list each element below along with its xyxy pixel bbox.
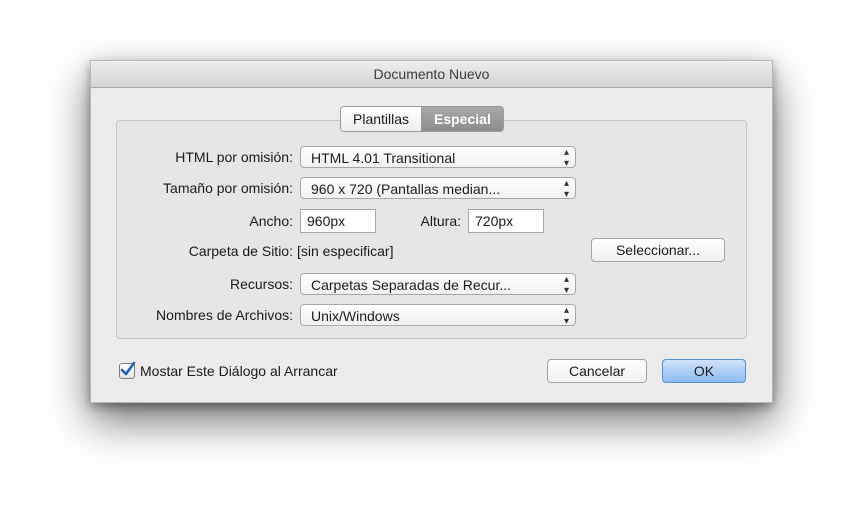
html-default-select[interactable]: HTML 4.01 Transitional ▴ ▾ — [300, 146, 576, 168]
new-document-dialog: Documento Nuevo Plantillas Especial HTML… — [90, 60, 773, 403]
resources-label: Recursos: — [229, 276, 293, 292]
up-down-arrows-icon: ▴ ▾ — [563, 178, 569, 199]
show-dialog-checkbox[interactable] — [119, 361, 136, 379]
checkmark-icon — [120, 361, 136, 376]
file-names-label: Nombres de Archivos: — [156, 307, 293, 323]
show-dialog-option[interactable]: Mostar Este Diálogo al Arrancar — [119, 361, 338, 381]
height-field[interactable]: 720px — [468, 209, 544, 233]
dialog-title: Documento Nuevo — [91, 61, 772, 88]
resources-value: Carpetas Separadas de Recur... — [311, 277, 512, 293]
up-down-arrows-icon: ▴ ▾ — [563, 274, 569, 295]
ok-button[interactable]: OK — [662, 359, 746, 383]
file-names-select[interactable]: Unix/Windows ▴ ▾ — [300, 304, 576, 326]
size-default-value: 960 x 720 (Pantallas median... — [311, 181, 501, 197]
select-folder-button[interactable]: Seleccionar... — [591, 238, 725, 262]
tab-especial[interactable]: Especial — [422, 107, 503, 131]
size-default-label: Tamaño por omisión: — [163, 180, 293, 196]
size-default-select[interactable]: 960 x 720 (Pantallas median... ▴ ▾ — [300, 177, 576, 199]
height-label: Altura: — [420, 213, 461, 229]
width-field[interactable]: 960px — [300, 209, 376, 233]
show-dialog-label: Mostar Este Diálogo al Arrancar — [140, 363, 338, 379]
site-folder-value: [sin especificar] — [297, 243, 394, 259]
html-default-value: HTML 4.01 Transitional — [311, 150, 456, 166]
site-folder-label: Carpeta de Sitio: — [188, 243, 293, 259]
up-down-arrows-icon: ▴ ▾ — [563, 147, 569, 168]
up-down-arrows-icon: ▴ ▾ — [563, 305, 569, 326]
html-default-label: HTML por omisión: — [175, 149, 293, 165]
file-names-value: Unix/Windows — [311, 308, 400, 324]
width-label: Ancho: — [249, 213, 293, 229]
tab-bar: Plantillas Especial — [340, 106, 504, 132]
cancel-button[interactable]: Cancelar — [547, 359, 647, 383]
tab-plantillas[interactable]: Plantillas — [341, 107, 423, 131]
resources-select[interactable]: Carpetas Separadas de Recur... ▴ ▾ — [300, 273, 576, 295]
